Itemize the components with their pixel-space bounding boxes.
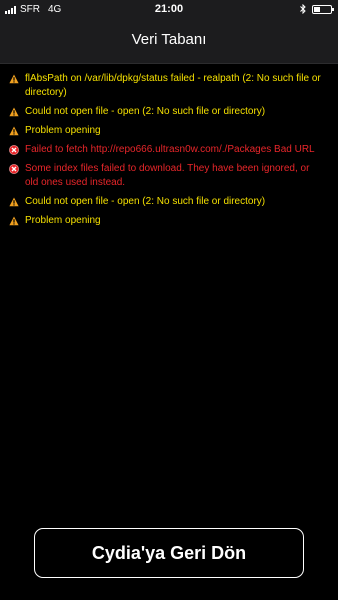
page-title: Veri Tabanı: [131, 31, 207, 48]
message-text: Problem opening: [25, 215, 101, 226]
navigation-bar: Veri Tabanı: [0, 20, 338, 64]
message-list: flAbsPath on /var/lib/dpkg/status failed…: [0, 72, 338, 233]
return-to-cydia-button[interactable]: Cydia'ya Geri Dön: [34, 528, 304, 578]
warning-icon: [9, 107, 19, 117]
message-text: Failed to fetch http://repo666.ultrasn0w…: [25, 144, 315, 155]
warning-message: Could not open file - open (2: No such f…: [0, 195, 338, 209]
message-text: Some index files failed to download. The…: [25, 163, 310, 188]
error-message: Some index files failed to download. The…: [0, 162, 338, 190]
status-right: [300, 4, 334, 14]
warning-icon: [9, 216, 19, 226]
message-text: Could not open file - open (2: No such f…: [25, 106, 266, 117]
warning-message: Could not open file - open (2: No such f…: [0, 105, 338, 119]
warning-message: flAbsPath on /var/lib/dpkg/status failed…: [0, 72, 338, 100]
warning-icon: [9, 197, 19, 207]
error-icon: [9, 164, 19, 174]
error-message: Failed to fetch http://repo666.ultrasn0w…: [0, 143, 338, 157]
warning-icon: [9, 126, 19, 136]
bluetooth-icon: [300, 4, 306, 14]
return-to-cydia-label: Cydia'ya Geri Dön: [91, 542, 247, 563]
error-icon: [9, 145, 19, 155]
warning-message: Problem opening: [0, 214, 338, 228]
message-text: Problem opening: [25, 125, 101, 136]
message-text: flAbsPath on /var/lib/dpkg/status failed…: [25, 73, 321, 98]
warning-message: Problem opening: [0, 124, 338, 138]
status-time: 21:00: [154, 3, 184, 15]
battery-icon: [312, 4, 334, 14]
warning-icon: [9, 74, 19, 84]
battery-level: [314, 6, 321, 12]
status-bar: SFR 4G 21:00: [0, 0, 338, 20]
message-text: Could not open file - open (2: No such f…: [25, 196, 266, 207]
